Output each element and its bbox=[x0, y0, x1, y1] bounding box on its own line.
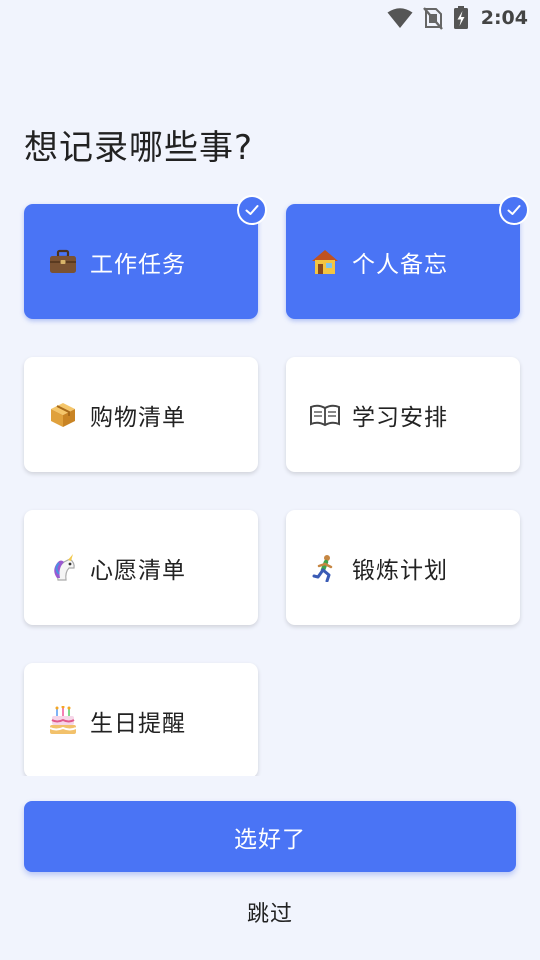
unicorn-icon bbox=[48, 553, 78, 583]
category-label: 心愿清单 bbox=[90, 557, 186, 584]
runner-icon bbox=[310, 553, 340, 583]
category-label: 个人备忘 bbox=[352, 251, 448, 278]
done-button[interactable]: 选好了 bbox=[24, 801, 516, 872]
skip-button[interactable]: 跳过 bbox=[0, 896, 540, 928]
check-icon bbox=[499, 195, 529, 225]
category-label: 学习安排 bbox=[352, 404, 448, 431]
list-fade-overlay bbox=[0, 776, 540, 802]
wifi-icon bbox=[387, 7, 413, 29]
category-label: 工作任务 bbox=[90, 251, 186, 278]
category-label: 生日提醒 bbox=[90, 710, 186, 737]
briefcase-icon bbox=[48, 247, 78, 277]
status-icons: 2:04 bbox=[387, 6, 528, 30]
category-card-wishlist[interactable]: 心愿清单 bbox=[24, 510, 258, 625]
birthday-cake-icon bbox=[48, 705, 78, 736]
house-icon bbox=[310, 247, 340, 277]
battery-charging-icon bbox=[453, 6, 469, 30]
no-sim-icon bbox=[422, 6, 443, 30]
category-label: 购物清单 bbox=[90, 404, 186, 431]
category-card-personal[interactable]: 个人备忘 bbox=[286, 195, 529, 319]
status-bar: 2:04 bbox=[0, 0, 540, 36]
category-card-work[interactable]: 工作任务 bbox=[24, 195, 267, 319]
package-icon bbox=[48, 400, 78, 430]
category-label: 锻炼计划 bbox=[352, 557, 448, 584]
check-icon bbox=[237, 195, 267, 225]
clock: 2:04 bbox=[480, 7, 528, 29]
category-card-exercise[interactable]: 锻炼计划 bbox=[286, 510, 520, 625]
category-card-birthday[interactable]: 生日提醒 bbox=[24, 663, 258, 778]
open-book-icon bbox=[310, 400, 340, 430]
page-title: 想记录哪些事? bbox=[24, 128, 254, 168]
category-card-study[interactable]: 学习安排 bbox=[286, 357, 520, 472]
category-card-shopping[interactable]: 购物清单 bbox=[24, 357, 258, 472]
